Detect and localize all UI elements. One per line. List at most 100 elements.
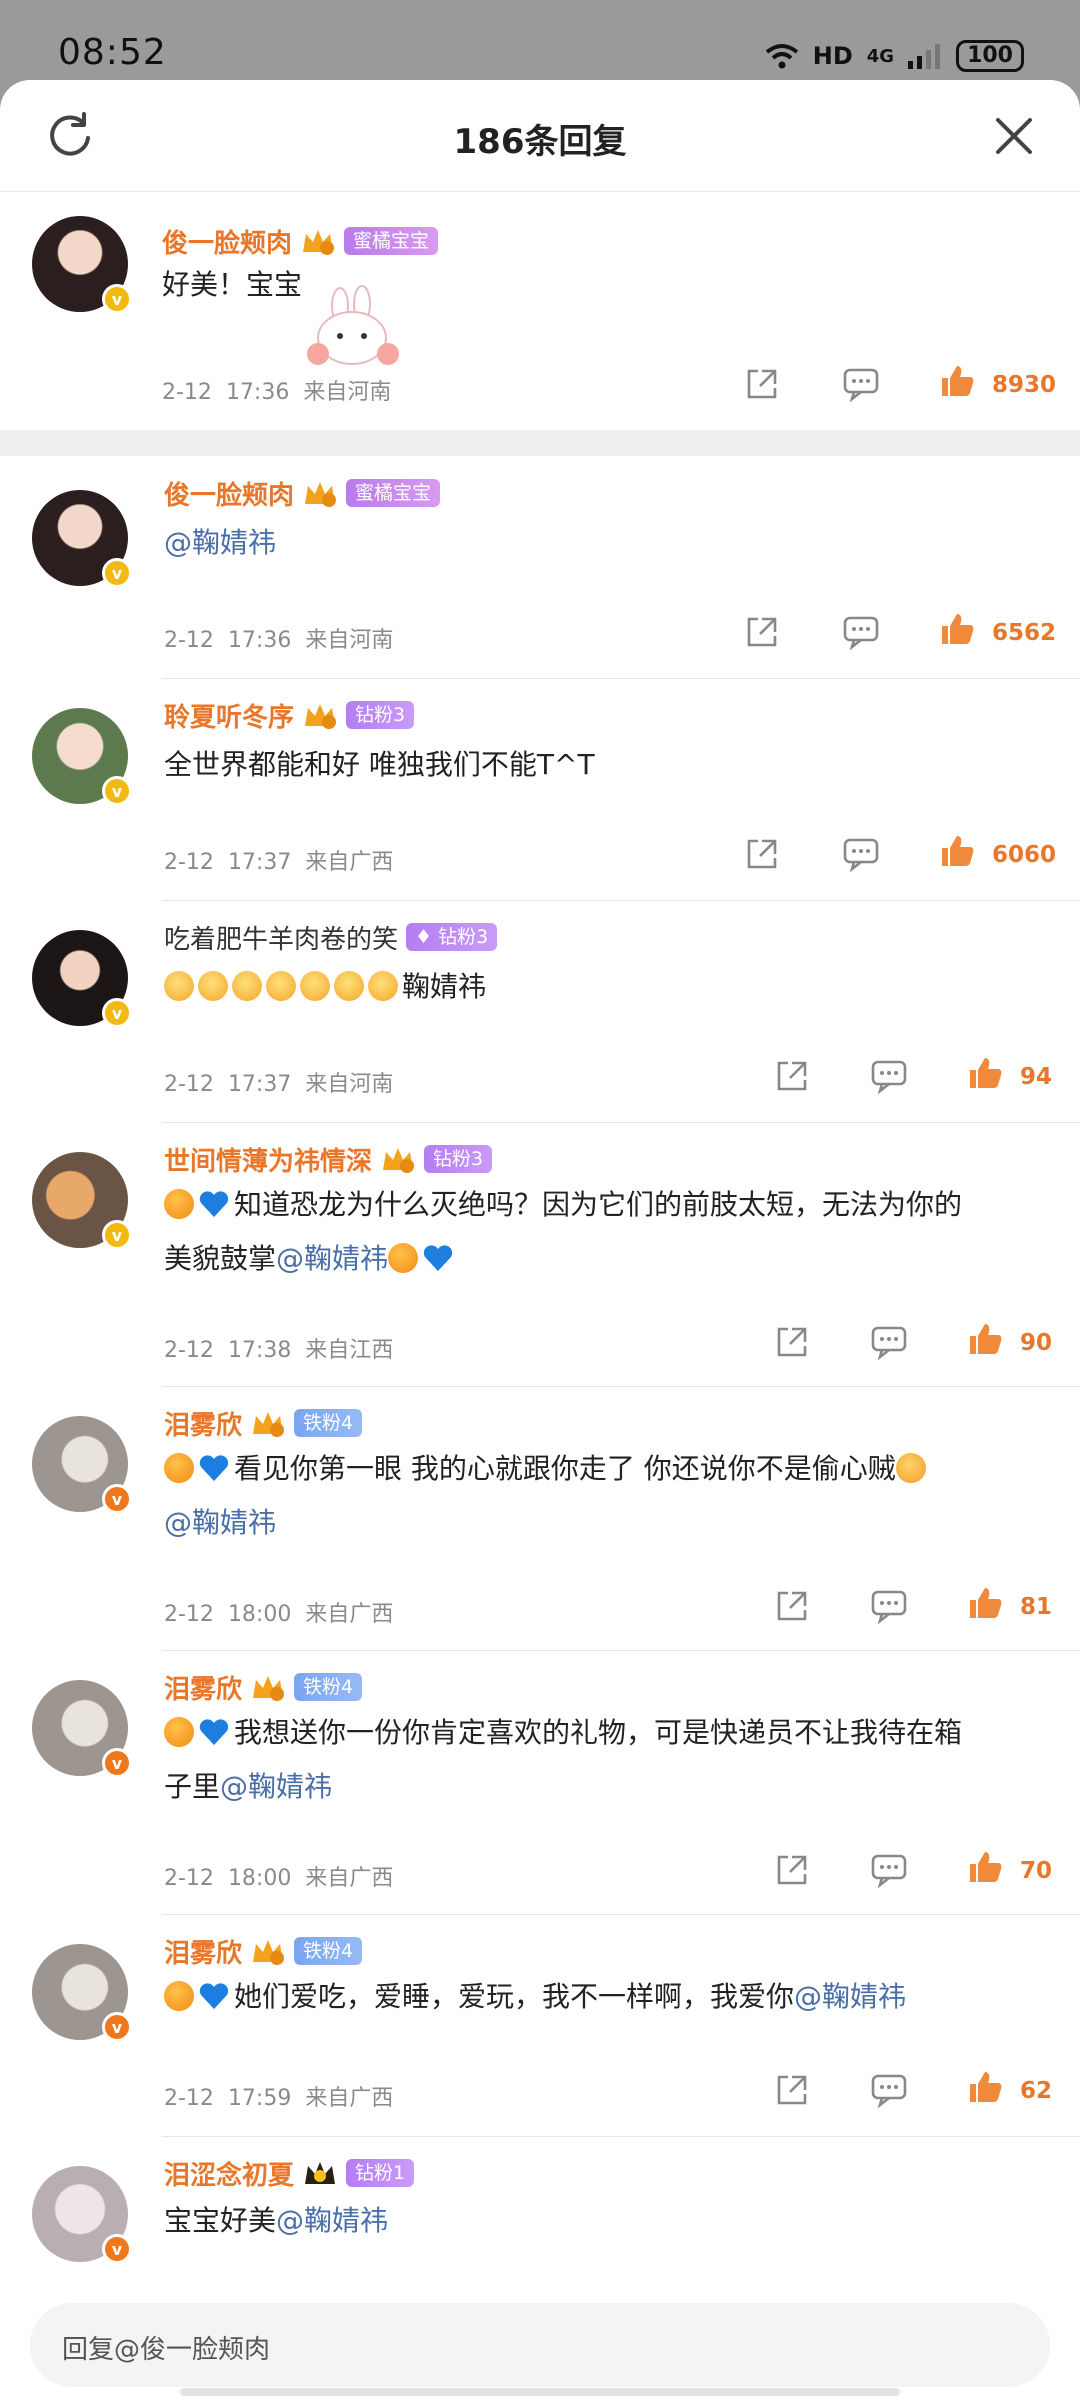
username[interactable]: 泪雾欣 bbox=[164, 1405, 242, 1442]
comment-header: 聆夏听冬序 钻粉3 bbox=[164, 697, 415, 734]
share-icon[interactable] bbox=[774, 1324, 810, 1360]
avatar[interactable]: v bbox=[32, 1680, 132, 1778]
share-icon[interactable] bbox=[774, 1588, 810, 1624]
like-icon[interactable] bbox=[966, 1054, 1004, 1092]
orange-emoji-icon bbox=[164, 1981, 194, 2011]
like-icon[interactable] bbox=[966, 1320, 1004, 1358]
orange-emoji-icon bbox=[388, 1243, 419, 1273]
reply-placeholder: 回复@俊一脸颊肉 bbox=[62, 2335, 271, 2365]
fan-crown-icon bbox=[303, 230, 335, 255]
comment-meta: 2-12 17:59 来自广西 bbox=[164, 2086, 394, 2111]
network-label: HD bbox=[812, 42, 853, 70]
close-icon[interactable] bbox=[988, 110, 1040, 162]
like-count: 81 bbox=[1020, 1594, 1053, 1620]
mention-link[interactable]: @鞠婧祎 bbox=[276, 2204, 388, 2237]
mention-link[interactable]: @鞠婧祎 bbox=[276, 1242, 388, 1275]
fan-crown-icon bbox=[253, 1676, 285, 1701]
comment-meta: 2-12 17:37 来自广西 bbox=[164, 850, 394, 875]
mention-link[interactable]: @鞠婧祎 bbox=[164, 1506, 276, 1539]
blue-heart-icon bbox=[199, 1455, 229, 1481]
share-icon[interactable] bbox=[744, 614, 780, 650]
like-icon[interactable] bbox=[966, 1584, 1004, 1622]
like-icon[interactable] bbox=[966, 1848, 1004, 1886]
status-icons: HD 4G 100 bbox=[765, 38, 1024, 74]
avatar[interactable]: v bbox=[32, 930, 132, 1028]
username[interactable]: 吃着肥牛羊肉卷的笑 bbox=[164, 919, 398, 956]
comment-text: 全世界都能和好 唯独我们不能T^T bbox=[164, 748, 595, 781]
sheet-header: 186条回复 bbox=[0, 80, 1080, 192]
avatar[interactable]: v bbox=[32, 490, 132, 588]
share-icon[interactable] bbox=[744, 836, 780, 872]
signal-icon bbox=[908, 44, 941, 69]
comment-icon[interactable] bbox=[870, 2072, 908, 2108]
comment-body: 好美！宝宝 bbox=[162, 268, 303, 301]
orange-emoji-icon bbox=[164, 1453, 194, 1483]
blue-heart-icon bbox=[199, 1719, 229, 1745]
share-icon[interactable] bbox=[774, 1852, 810, 1888]
verified-icon: v bbox=[102, 998, 132, 1028]
comment-header: 泪涩念初夏 钻粉1 bbox=[164, 2155, 415, 2192]
mention-link[interactable]: @鞠婧祎 bbox=[220, 1770, 332, 1803]
comment-meta: 2-12 17:37 来自河南 bbox=[164, 1072, 394, 1097]
fan-tag: 铁粉4 bbox=[294, 1673, 363, 1701]
fan-crown-icon bbox=[305, 704, 337, 729]
status-time: 08:52 bbox=[58, 32, 167, 73]
fan-tag: 钻粉1 bbox=[346, 2159, 415, 2187]
comment-meta: 2-12 17:38 来自江西 bbox=[164, 1338, 394, 1363]
like-icon[interactable] bbox=[966, 2068, 1004, 2106]
share-icon[interactable] bbox=[774, 1058, 810, 1094]
share-icon[interactable] bbox=[744, 366, 780, 402]
like-icon[interactable] bbox=[938, 362, 976, 400]
comment-icon[interactable] bbox=[842, 836, 880, 872]
comment-header: 俊一脸颊肉 蜜橘宝宝 bbox=[164, 475, 441, 512]
comment-icon[interactable] bbox=[842, 614, 880, 650]
fan-crown-icon bbox=[305, 482, 337, 507]
reply-input[interactable]: 回复@俊一脸颊肉 bbox=[30, 2303, 1050, 2387]
section-divider bbox=[0, 430, 1080, 456]
fan-crown-icon bbox=[253, 1412, 285, 1437]
list-item: v 泪涩念初夏 钻粉1 宝宝好美@鞠婧祎 bbox=[0, 2136, 1080, 2316]
list-item: v 吃着肥牛羊肉卷的笑 ♦ 钻粉3 鞠婧祎 2-12 17:37 来自河南 94 bbox=[0, 900, 1080, 1122]
like-count: 6562 bbox=[992, 620, 1057, 646]
home-indicator bbox=[180, 2388, 900, 2396]
list-item: v 泪雾欣 铁粉4 看见你第一眼 我的心就跟你走了 你还说你不是偷心贼 @鞠婧祎 … bbox=[0, 1386, 1080, 1650]
username[interactable]: 泪雾欣 bbox=[164, 1669, 242, 1706]
avatar[interactable]: v bbox=[32, 1152, 132, 1250]
username[interactable]: 俊一脸颊肉 bbox=[164, 475, 294, 512]
verified-icon: v bbox=[102, 2012, 132, 2042]
verified-icon: v bbox=[102, 776, 132, 806]
hugging-emoji-icon bbox=[895, 1453, 926, 1483]
like-count: 8930 bbox=[992, 372, 1057, 398]
comment-text: 我想送你一份你肯定喜欢的礼物，可是快递员不让我待在箱 子里@鞠婧祎 bbox=[164, 1716, 963, 1803]
blue-heart-icon bbox=[199, 1983, 229, 2009]
username[interactable]: 世间情薄为祎情深 bbox=[164, 1141, 372, 1178]
avatar[interactable]: v bbox=[32, 708, 132, 806]
comment-icon[interactable] bbox=[842, 366, 880, 402]
username[interactable]: 聆夏听冬序 bbox=[164, 697, 294, 734]
fan-tag: 铁粉4 bbox=[294, 1937, 363, 1965]
comment-icon[interactable] bbox=[870, 1058, 908, 1094]
avatar[interactable]: v bbox=[32, 1944, 132, 2042]
avatar[interactable]: v bbox=[32, 216, 132, 314]
diamond-icon: ♦ bbox=[415, 926, 433, 948]
like-icon[interactable] bbox=[938, 832, 976, 870]
mention-link[interactable]: @鞠婧祎 bbox=[794, 1980, 906, 2013]
verified-icon: v bbox=[102, 1748, 132, 1778]
comment-icon[interactable] bbox=[870, 1324, 908, 1360]
fan-crown-icon bbox=[383, 1148, 415, 1173]
username[interactable]: 泪雾欣 bbox=[164, 1933, 242, 1970]
fan-tag: 钻粉3 bbox=[346, 701, 415, 729]
comment-icon[interactable] bbox=[870, 1852, 908, 1888]
avatar[interactable]: v bbox=[32, 1416, 132, 1514]
username[interactable]: 俊一脸颊肉 bbox=[162, 223, 292, 260]
fan-tag: 铁粉4 bbox=[294, 1409, 363, 1437]
like-icon[interactable] bbox=[938, 610, 976, 648]
verified-icon: v bbox=[102, 284, 132, 314]
mention-link[interactable]: @鞠婧祎 bbox=[164, 526, 276, 559]
avatar[interactable]: v bbox=[32, 2166, 132, 2264]
comment-icon[interactable] bbox=[870, 1588, 908, 1624]
username[interactable]: 泪涩念初夏 bbox=[164, 2155, 294, 2192]
share-icon[interactable] bbox=[774, 2072, 810, 2108]
comment-header: 俊一脸颊肉 蜜橘宝宝 bbox=[162, 223, 439, 260]
comment-body: 宝宝好美 bbox=[164, 2204, 277, 2237]
